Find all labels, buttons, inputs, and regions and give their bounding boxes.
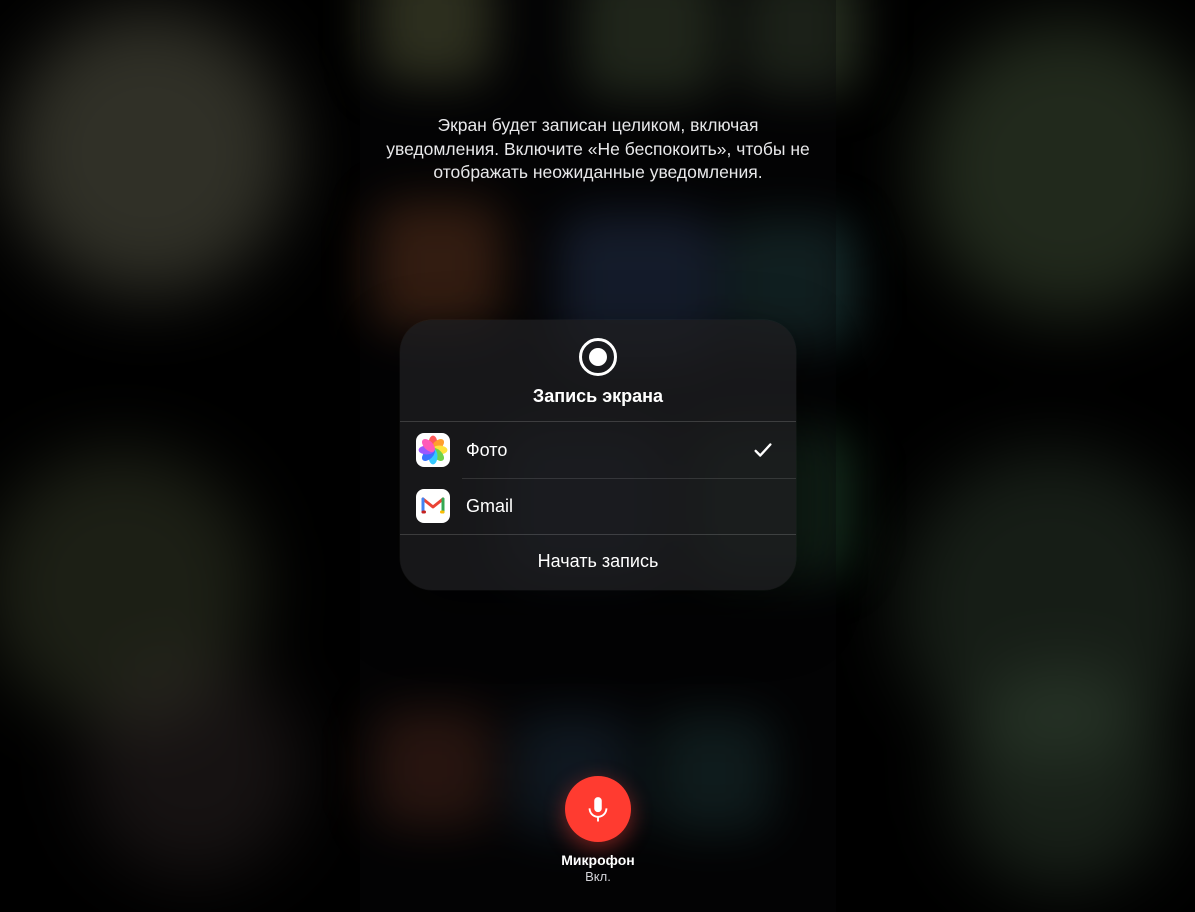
phone-frame: Экран будет записан целиком, включая уве…	[360, 0, 836, 912]
destination-option-photos[interactable]: Фото	[400, 422, 796, 478]
destination-list: Фото	[400, 422, 796, 534]
destination-option-label: Фото	[466, 440, 736, 461]
microphone-status: Вкл.	[360, 869, 836, 884]
card-title: Запись экрана	[420, 386, 776, 407]
microphone-toggle-button[interactable]	[565, 776, 631, 842]
start-recording-button[interactable]: Начать запись	[400, 535, 796, 590]
card-header: Запись экрана	[400, 320, 796, 421]
checkmark-icon	[752, 439, 774, 461]
microphone-icon	[583, 794, 613, 824]
screen-recording-card: Запись экрана Фото	[400, 320, 796, 590]
gmail-app-icon	[416, 489, 450, 523]
photos-app-icon	[416, 433, 450, 467]
record-icon	[579, 338, 617, 376]
recording-info-text: Экран будет записан целиком, включая уве…	[380, 114, 816, 185]
microphone-section: Микрофон Вкл.	[360, 776, 836, 884]
microphone-title: Микрофон	[360, 852, 836, 868]
destination-option-label: Gmail	[466, 496, 774, 517]
start-recording-label: Начать запись	[538, 551, 659, 571]
destination-option-gmail[interactable]: Gmail	[400, 478, 796, 534]
